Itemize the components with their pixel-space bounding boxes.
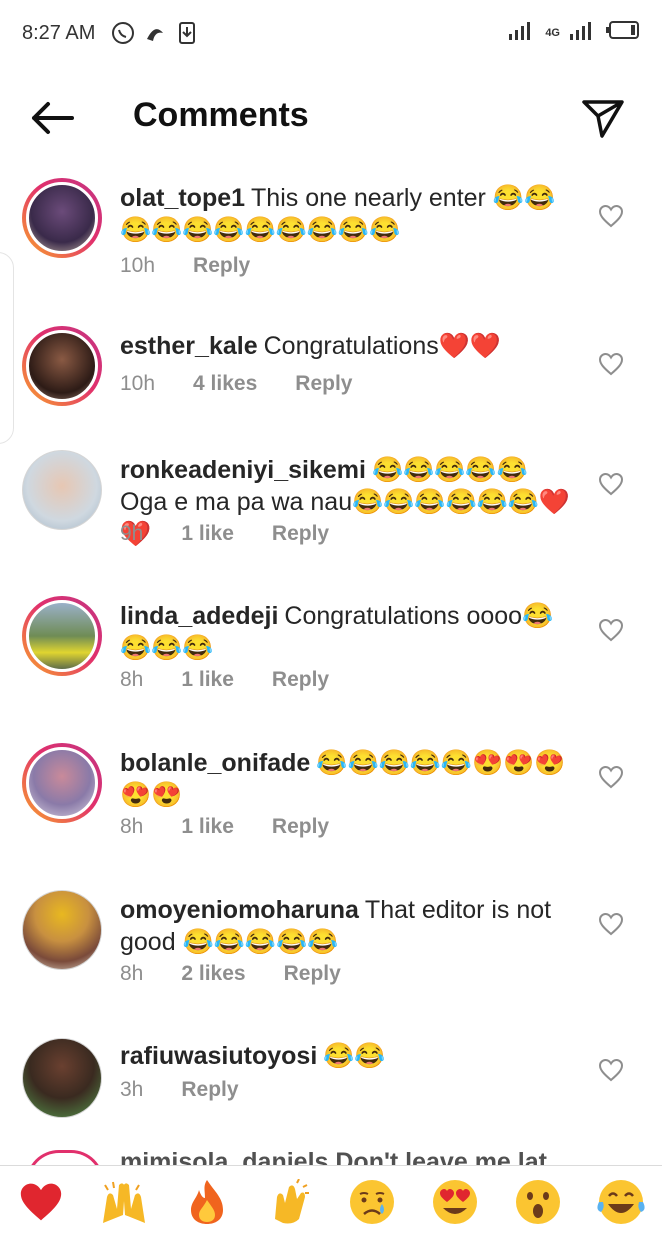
network-label: 4G <box>545 27 560 39</box>
comment-username[interactable]: bolanle_onifade <box>120 749 310 777</box>
download-icon <box>175 21 199 45</box>
comment-username[interactable]: linda_adedeji <box>120 602 278 630</box>
comment-time: 9h <box>120 522 144 545</box>
status-bar: 8:27 AM 4G <box>0 0 662 66</box>
surprised-face-icon[interactable] <box>512 1176 564 1228</box>
reply-button[interactable]: Reply <box>181 1078 238 1102</box>
reply-button[interactable]: Reply <box>272 815 329 839</box>
crying-face-icon[interactable] <box>346 1176 398 1228</box>
send-icon[interactable] <box>580 96 626 140</box>
reply-button[interactable]: Reply <box>272 668 329 692</box>
reply-button[interactable]: Reply <box>193 254 250 278</box>
like-heart-icon[interactable] <box>598 1058 624 1082</box>
like-heart-icon[interactable] <box>598 204 624 228</box>
battery-icon <box>606 21 640 45</box>
whatsapp-icon <box>111 21 135 45</box>
clapping-hands-icon[interactable] <box>264 1176 316 1228</box>
comment-username[interactable]: olat_tope1 <box>120 184 245 212</box>
comment-username[interactable]: rafiuwasiutoyosi <box>120 1042 317 1070</box>
back-arrow-icon[interactable] <box>28 98 76 138</box>
fire-icon[interactable] <box>181 1176 233 1228</box>
likes-count[interactable]: 1 like <box>181 815 234 839</box>
signal-icon <box>509 20 535 46</box>
avatar[interactable] <box>22 596 102 676</box>
like-heart-icon[interactable] <box>598 912 624 936</box>
app-icon <box>143 21 167 45</box>
status-time: 8:27 AM <box>22 21 96 44</box>
comment-time: 10h <box>120 254 156 277</box>
red-heart-icon[interactable] <box>15 1176 67 1228</box>
comment-text: 😂😂 <box>323 1042 386 1070</box>
side-tab[interactable] <box>0 252 14 444</box>
likes-count[interactable]: 1 like <box>181 522 234 546</box>
like-heart-icon[interactable] <box>598 472 624 496</box>
avatar[interactable] <box>22 1038 102 1118</box>
laughing-tears-icon[interactable] <box>595 1176 647 1228</box>
comment-time: 8h <box>120 668 144 691</box>
header: Comments <box>0 80 662 156</box>
likes-count[interactable]: 2 likes <box>181 962 245 986</box>
signal-icon-2 <box>570 20 596 46</box>
comment-username[interactable]: esther_kale <box>120 332 258 360</box>
page-title: Comments <box>133 96 309 134</box>
comment-username[interactable]: ronkeadeniyi_sikemi <box>120 456 366 484</box>
avatar[interactable] <box>22 450 102 530</box>
like-heart-icon[interactable] <box>598 352 624 376</box>
emoji-reaction-bar <box>0 1165 662 1237</box>
comment-username[interactable]: omoyeniomoharuna <box>120 896 359 924</box>
comment-time: 10h <box>120 372 156 395</box>
reply-button[interactable]: Reply <box>295 372 352 396</box>
comment-time: 3h <box>120 1078 144 1101</box>
avatar[interactable] <box>22 178 102 258</box>
comment-time: 8h <box>120 962 144 985</box>
heart-eyes-icon[interactable] <box>429 1176 481 1228</box>
comment-time: 8h <box>120 815 144 838</box>
avatar[interactable] <box>22 743 102 823</box>
avatar[interactable] <box>22 890 102 970</box>
avatar[interactable] <box>22 326 102 406</box>
like-heart-icon[interactable] <box>598 618 624 642</box>
like-heart-icon[interactable] <box>598 765 624 789</box>
raising-hands-icon[interactable] <box>98 1176 150 1228</box>
comment-text: Congratulations❤️❤️ <box>263 332 501 360</box>
reply-button[interactable]: Reply <box>272 522 329 546</box>
likes-count[interactable]: 4 likes <box>193 372 257 396</box>
reply-button[interactable]: Reply <box>284 962 341 986</box>
likes-count[interactable]: 1 like <box>181 668 234 692</box>
